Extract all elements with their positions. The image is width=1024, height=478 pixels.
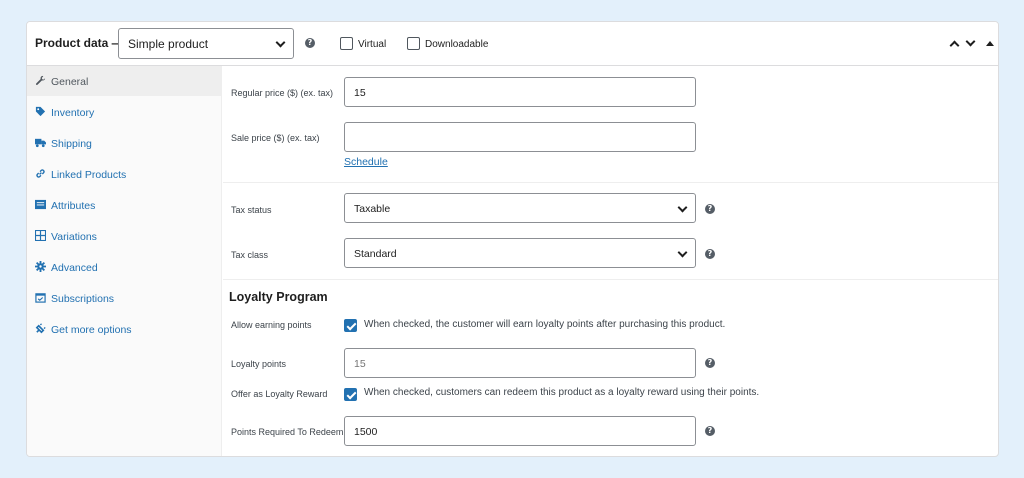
panel-title: Product data — [35, 36, 124, 50]
tab-inventory[interactable]: Inventory [27, 97, 222, 127]
tab-subscriptions[interactable]: Subscriptions [27, 283, 222, 313]
chevron-up-icon[interactable] [949, 40, 960, 51]
allow-earning-description: When checked, the customer will earn loy… [364, 319, 726, 330]
regular-price-input[interactable]: 15 [344, 77, 696, 107]
section-divider [223, 279, 998, 280]
product-type-select[interactable]: Simple product [118, 28, 294, 59]
tab-label: Linked Products [51, 169, 127, 181]
tab-label: General [51, 76, 89, 88]
regular-price-label: Regular price ($) (ex. tax) [231, 88, 334, 98]
loyalty-section-title: Loyalty Program [229, 290, 328, 304]
loyalty-reward-checkbox[interactable] [344, 388, 357, 401]
tax-class-select[interactable]: Standard [344, 238, 696, 268]
virtual-label: Virtual [358, 39, 387, 50]
grid-icon [35, 230, 46, 241]
tab-label: Attributes [51, 200, 96, 212]
question-circle-icon[interactable]: ? [705, 249, 715, 259]
tab-linked-products[interactable]: Linked Products [27, 159, 222, 189]
tax-class-label: Tax class [231, 250, 269, 260]
tab-label: Advanced [51, 262, 98, 274]
calendar-check-icon [35, 293, 46, 303]
product-type-value: Simple product [128, 37, 209, 51]
loyalty-points-input[interactable]: 15 [344, 348, 696, 378]
link-icon [36, 169, 45, 178]
tab-variations[interactable]: Variations [27, 221, 222, 251]
loyalty-reward-label: Offer as Loyalty Reward [231, 389, 328, 399]
question-circle-icon[interactable]: ? [705, 358, 715, 368]
chevron-down-icon[interactable] [965, 36, 976, 47]
product-data-panel: Product data — Simple product ? Virtual … [26, 21, 999, 457]
chevron-down-icon [677, 247, 688, 258]
sale-price-label: Sale price ($) (ex. tax) [231, 133, 320, 143]
tab-label: Variations [51, 231, 97, 243]
triangle-up-icon[interactable] [986, 41, 994, 46]
tax-status-value: Taxable [354, 203, 391, 215]
section-divider [223, 182, 998, 183]
gear-icon [35, 261, 46, 272]
tax-class-value: Standard [354, 248, 397, 260]
wrench-icon [36, 75, 46, 85]
tag-icon [35, 106, 46, 117]
allow-earning-label: Allow earning points [231, 320, 312, 330]
tax-status-select[interactable]: Taxable [344, 193, 696, 223]
tab-general[interactable]: General [27, 66, 222, 96]
chevron-down-icon [677, 202, 688, 213]
tab-label: Get more options [51, 324, 132, 336]
question-circle-icon[interactable]: ? [705, 204, 715, 214]
chevron-down-icon [275, 37, 286, 48]
tab-label: Inventory [51, 107, 95, 119]
question-circle-icon[interactable]: ? [305, 38, 315, 48]
tab-shipping[interactable]: Shipping [27, 128, 222, 158]
allow-earning-checkbox[interactable] [344, 319, 357, 332]
loyalty-points-label: Loyalty points [231, 359, 287, 369]
truck-icon [35, 138, 46, 148]
tab-advanced[interactable]: Advanced [27, 252, 222, 282]
panel-header: Product data — Simple product ? Virtual … [27, 22, 998, 66]
loyalty-reward-description: When checked, customers can redeem this … [364, 387, 760, 398]
tax-status-label: Tax status [231, 205, 272, 215]
virtual-checkbox[interactable] [340, 37, 353, 50]
question-circle-icon[interactable]: ? [705, 426, 715, 436]
sale-price-input[interactable] [344, 122, 696, 152]
downloadable-checkbox[interactable] [407, 37, 420, 50]
tab-get-more-options[interactable]: Get more options [27, 314, 222, 344]
general-panel: Regular price ($) (ex. tax) 15 Sale pric… [223, 66, 998, 456]
downloadable-label: Downloadable [425, 39, 489, 50]
plugin-icon [35, 323, 46, 334]
points-required-label: Points Required To Redeem [231, 427, 344, 437]
schedule-link[interactable]: Schedule [344, 156, 388, 168]
tab-label: Shipping [51, 138, 92, 150]
tab-attributes[interactable]: Attributes [27, 190, 222, 220]
points-required-input[interactable]: 1500 [344, 416, 696, 446]
tab-label: Subscriptions [51, 293, 115, 305]
product-data-tabs: General Inventory Shipping Linked Produc… [27, 66, 222, 456]
list-icon [35, 199, 46, 210]
